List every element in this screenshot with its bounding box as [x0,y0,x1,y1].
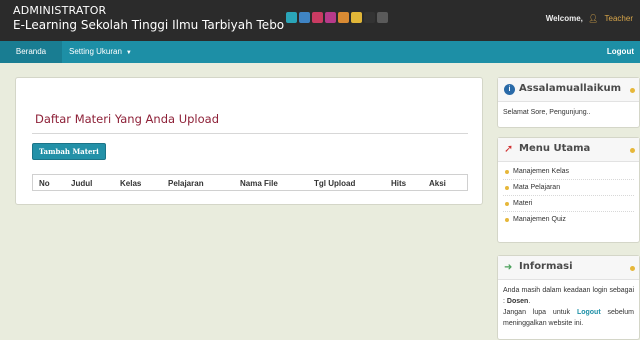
info-logout-link[interactable]: Logout [577,309,601,316]
column-header-hits[interactable]: Hits [391,179,406,188]
bullet-icon [505,170,509,174]
theme-swatch-7[interactable] [364,12,375,23]
theme-swatch-3[interactable] [312,12,323,23]
bullet-icon [505,218,509,222]
column-header-pelajaran[interactable]: Pelajaran [168,179,204,188]
add-materi-button[interactable]: Tambah Materi [32,143,106,160]
nav-setting-label: Setting Ukuran [69,47,122,56]
arrow-right-icon: ➜ [504,262,513,273]
menu-item-label: Mata Pelajaran [513,184,561,191]
menu-item-label: Materi [513,200,533,207]
menu-card-header: ➚ Menu Utama [498,138,639,162]
info-card-header: ➜ Informasi [498,256,639,280]
nav-beranda[interactable]: Beranda [0,41,62,63]
main-nav: Beranda Setting Ukuran ▼ Logout [0,41,640,63]
menu-item-materi[interactable]: Materi [503,196,634,212]
brush-icon: ➚ [504,143,514,155]
column-header-judul[interactable]: Judul [71,179,92,188]
theme-swatch-4[interactable] [325,12,336,23]
theme-switcher [286,12,388,23]
user-icon: 👤︎ [588,14,599,23]
welcome-area: Welcome, 👤︎ Teacher [546,14,633,23]
theme-swatch-1[interactable] [286,12,297,23]
menu-title: Menu Utama [519,143,591,154]
site-title: E-Learning Sekolah Tinggi Ilmu Tarbiyah … [13,18,285,32]
info-period: . [528,298,531,305]
divider [32,133,468,134]
bullet-icon [505,202,509,206]
welcome-label: Welcome, [545,14,583,23]
menu-item-label: Manajemen Kelas [513,168,570,175]
greeting-title: Assalamuallaikum [519,83,622,94]
column-header-no[interactable]: No [39,179,50,188]
greeting-card-header: i Assalamuallaikum [498,78,639,102]
user-name-link[interactable]: Teacher [605,14,633,23]
menu-list: Manajemen Kelas Mata Pelajaran Materi Ma… [498,162,639,230]
informasi-card: ➜ Informasi Anda masih dalam keadaan log… [497,255,640,340]
info-icon: i [504,84,515,95]
chevron-down-icon: ▼ [125,50,132,56]
bullet-icon [505,186,509,190]
site-brand: ADMINISTRATOR E-Learning Sekolah Tinggi … [13,5,284,33]
toggle-icon[interactable] [630,266,635,271]
menu-item-manajemen-quiz[interactable]: Manajemen Quiz [503,212,634,228]
menu-item-mata-pelajaran[interactable]: Mata Pelajaran [503,180,634,196]
menu-utama-card: ➚ Menu Utama Manajemen Kelas Mata Pelaja… [497,137,640,243]
info-text: Anda masih dalam keadaan login sebagai :… [498,280,639,334]
menu-item-label: Manajemen Quiz [513,216,566,223]
top-header: ADMINISTRATOR E-Learning Sekolah Tinggi … [0,0,640,41]
theme-swatch-8[interactable] [377,12,388,23]
column-header-aksi[interactable]: Aksi [429,179,446,188]
toggle-icon[interactable] [630,148,635,153]
theme-swatch-5[interactable] [338,12,349,23]
column-header-tgl-upload[interactable]: Tgl Upload [314,179,355,188]
role-label: ADMINISTRATOR [13,4,107,17]
nav-setting-ukuran[interactable]: Setting Ukuran ▼ [69,41,132,63]
page-title: Daftar Materi Yang Anda Upload [35,112,220,126]
column-header-kelas[interactable]: Kelas [120,179,141,188]
menu-item-manajemen-kelas[interactable]: Manajemen Kelas [503,164,634,180]
logout-link[interactable]: Logout [607,41,634,63]
column-header-nama-file[interactable]: Nama File [240,179,278,188]
info-line2-pre: Jangan lupa untuk [503,309,571,316]
info-title: Informasi [519,261,573,272]
greeting-text: Selamat Sore, Pengunjung.. [503,109,591,116]
toggle-icon[interactable] [630,88,635,93]
materi-panel: Daftar Materi Yang Anda Upload Tambah Ma… [15,77,483,205]
theme-swatch-2[interactable] [299,12,310,23]
theme-swatch-6[interactable] [351,12,362,23]
greeting-card: i Assalamuallaikum Selamat Sore, Pengunj… [497,77,640,128]
info-role: Dosen [506,298,529,305]
materi-table: No Judul Kelas Pelajaran Nama File Tgl U… [32,174,468,191]
